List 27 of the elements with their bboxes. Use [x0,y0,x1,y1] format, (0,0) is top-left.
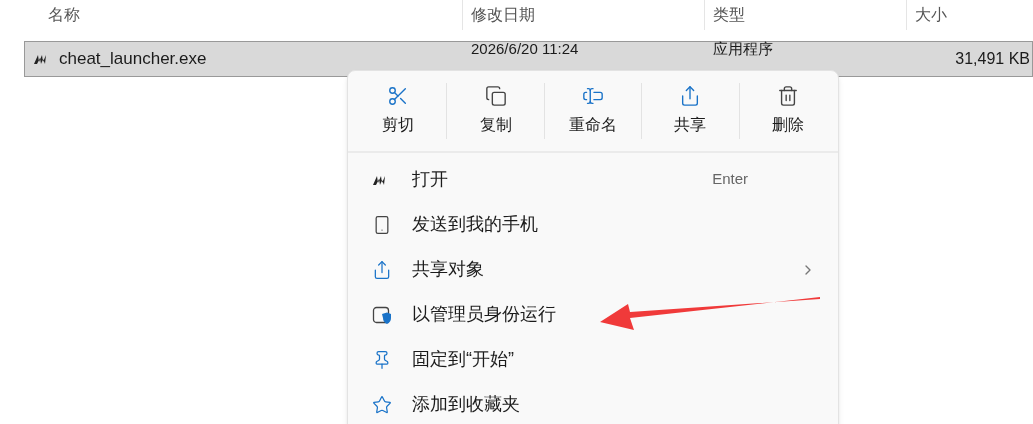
trash-icon [776,85,799,107]
toolbar-button[interactable]: 复制 [473,85,518,137]
file-type: 应用程序 [712,38,774,59]
app-icon [33,53,49,65]
menu-item[interactable]: 共享对象 [348,247,838,292]
toolbar-button[interactable]: 共享 [668,85,713,137]
rename-icon [582,85,604,107]
share-icon [372,259,392,280]
toolbar-button[interactable]: 剪切 [376,85,421,137]
toolbar-button[interactable]: 重命名 [563,85,623,137]
file-size: 31,491 KB [954,49,1031,69]
menu-item[interactable]: 以管理员身份运行 [348,292,838,337]
column-header[interactable]: 名称 [48,3,80,27]
column-header[interactable]: 大小 [915,3,947,27]
copy-icon [484,85,507,107]
menu-item[interactable]: 打开 Enter [348,157,838,202]
column-header[interactable]: 修改日期 [471,3,535,27]
shield-window-icon [372,304,392,325]
menu-item[interactable]: 添加到收藏夹 [348,382,838,424]
column-header[interactable]: 类型 [713,3,745,27]
modified-date: 2026/6/20 11:24 [470,38,580,59]
menu-item[interactable]: 固定到“开始” [348,337,838,382]
star-icon [372,394,392,415]
toolbar-button[interactable]: 删除 [765,85,810,137]
file-row[interactable]: cheat_launcher.exe 2026/6/20 11:24 应用程序 31,491 KB [24,41,1033,77]
menu-item[interactable]: 发送到我的手机 [348,202,838,247]
file-name: cheat_launcher.exe [59,48,207,71]
